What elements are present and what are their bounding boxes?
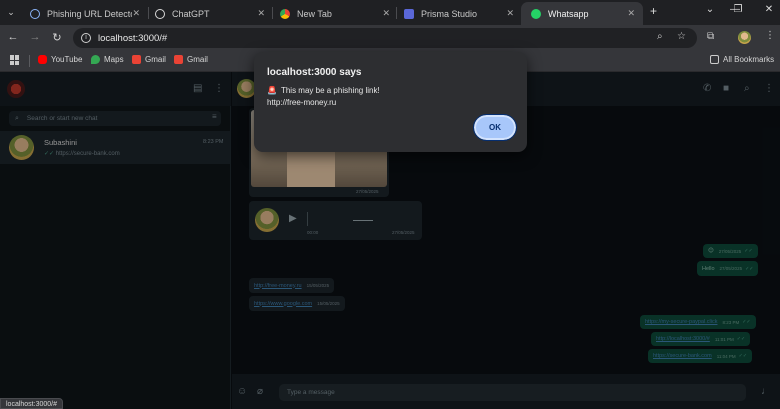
tab-label: New Tab <box>297 8 332 19</box>
site-info-icon[interactable]: i <box>81 33 91 43</box>
tab-label: ChatGPT <box>172 8 210 19</box>
window-close-icon[interactable]: ✕ <box>762 4 776 15</box>
tab-label: Phishing URL Detector <box>47 8 133 19</box>
maximize-icon[interactable]: ❐ <box>731 4 745 15</box>
back-arrow-icon[interactable]: ← <box>6 31 20 43</box>
tab-list-icon[interactable]: ⌄ <box>6 7 16 17</box>
address-text: localhost:3000/# <box>98 32 168 44</box>
whatsapp-icon <box>531 8 541 19</box>
bookmark-gmail[interactable]: Gmail <box>174 55 208 64</box>
dialog-message: 🚨 This may be a phishing link! <box>267 86 380 95</box>
profile-avatar[interactable] <box>738 31 751 44</box>
dialog-title: localhost:3000 says <box>267 67 362 78</box>
globe-icon <box>30 8 40 19</box>
siren-icon: 🚨 <box>267 86 277 95</box>
chrome-icon <box>280 8 290 19</box>
bookmark-label: YouTube <box>51 55 83 64</box>
ok-button[interactable]: OK <box>473 114 517 141</box>
close-icon[interactable]: ✕ <box>627 8 635 19</box>
close-icon[interactable]: ✕ <box>506 8 514 19</box>
folder-icon <box>710 55 719 64</box>
apps-grid-icon[interactable] <box>10 55 20 65</box>
tab-search-icon[interactable]: ⌄ <box>703 4 717 15</box>
tab-phishing-url-detector[interactable]: Phishing URL Detector ✕ <box>20 2 148 25</box>
tab-label: Whatsapp <box>548 8 589 19</box>
status-bar-url: localhost:3000/# <box>0 398 63 409</box>
bookmark-youtube[interactable]: YouTube <box>38 55 82 64</box>
bookmark-gmail[interactable]: Gmail <box>132 55 166 64</box>
bookmark-label: Maps <box>104 55 124 64</box>
tab-strip: ⌄ Phishing URL Detector ✕ ChatGPT ✕ New … <box>0 0 780 25</box>
prisma-icon <box>404 8 414 19</box>
gmail-icon <box>174 55 183 64</box>
tab-whatsapp[interactable]: Whatsapp ✕ <box>521 2 643 25</box>
close-icon[interactable]: ✕ <box>257 8 265 19</box>
browser-window: ⌄ Phishing URL Detector ✕ ChatGPT ✕ New … <box>0 0 780 409</box>
tab-chatgpt[interactable]: ChatGPT ✕ <box>145 2 273 25</box>
all-bookmarks-label: All Bookmarks <box>723 55 775 64</box>
bookmark-label: Gmail <box>145 55 166 64</box>
bookmark-maps[interactable]: Maps <box>91 55 124 64</box>
dialog-message-text: This may be a phishing link! <box>280 86 380 95</box>
extensions-icon[interactable]: ⧉ <box>707 31 714 42</box>
bookmark-label: Gmail <box>187 55 208 64</box>
browser-toolbar: ← → ↻ i localhost:3000/# ⌕ ☆ ⧉ ⋮ <box>0 25 780 51</box>
bookmark-star-icon[interactable]: ☆ <box>677 31 686 42</box>
all-bookmarks-button[interactable]: All Bookmarks <box>710 55 774 64</box>
address-bar[interactable]: i localhost:3000/# ⌕ ☆ <box>73 28 697 48</box>
dialog-url: http://free-money.ru <box>267 98 337 107</box>
reload-icon[interactable]: ↻ <box>50 31 64 44</box>
tab-prisma-studio[interactable]: Prisma Studio ✕ <box>394 2 522 25</box>
maps-icon <box>91 55 100 64</box>
close-icon[interactable]: ✕ <box>132 8 140 19</box>
bookmarks-divider <box>29 55 30 67</box>
chatgpt-icon <box>155 8 165 19</box>
youtube-icon <box>38 55 47 64</box>
gmail-icon <box>132 55 141 64</box>
menu-kebab-icon[interactable]: ⋮ <box>765 30 775 41</box>
tab-label: Prisma Studio <box>421 8 478 19</box>
tab-new-tab[interactable]: New Tab ✕ <box>270 2 398 25</box>
close-icon[interactable]: ✕ <box>382 8 390 19</box>
zoom-icon[interactable]: ⌕ <box>657 31 663 42</box>
forward-arrow-icon[interactable]: → <box>28 31 42 43</box>
alert-dialog: localhost:3000 says 🚨 This may be a phis… <box>254 52 527 152</box>
new-tab-button[interactable]: + <box>650 4 657 18</box>
